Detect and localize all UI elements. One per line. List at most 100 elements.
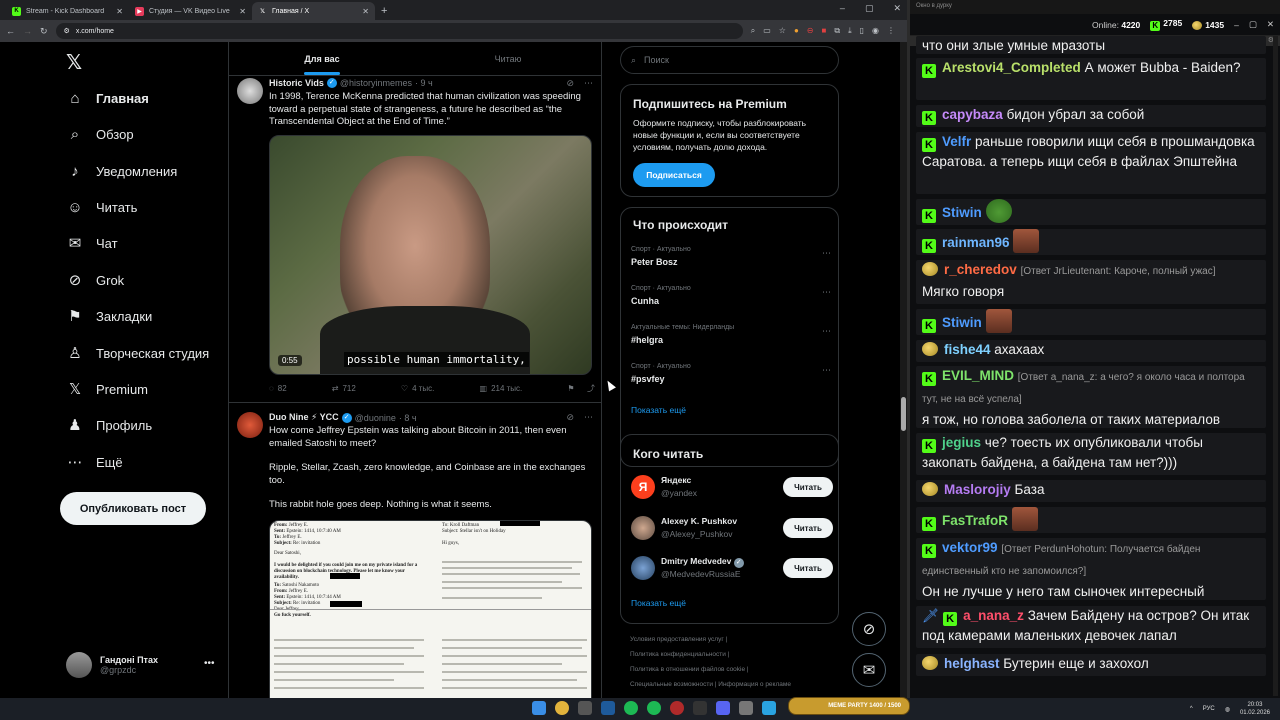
nav-more[interactable]: ⋯ Ещё: [66, 452, 123, 472]
grok-icon[interactable]: ⊘: [566, 78, 574, 89]
more-icon[interactable]: ⋯: [584, 78, 593, 89]
minimize-icon[interactable]: –: [840, 3, 845, 14]
follow-button[interactable]: Читать: [783, 558, 833, 578]
keyboard-layout[interactable]: РУС: [1203, 706, 1215, 712]
mail-icon[interactable]: ✉: [852, 653, 886, 687]
account-switcher[interactable]: Гандоні Птах @grpzdc •••: [66, 652, 215, 678]
tab-following[interactable]: Читаю: [415, 42, 601, 75]
new-tab-icon[interactable]: +: [381, 5, 387, 17]
author-name[interactable]: Historic Vids: [269, 78, 324, 88]
trend-item[interactable]: Спорт · Актуально Cunha ⋯: [631, 285, 831, 306]
extension-icon[interactable]: ⊖: [807, 26, 814, 36]
trend-item[interactable]: Спорт · Актуально #psvfey ⋯: [631, 363, 831, 384]
more-icon[interactable]: ⋯: [822, 248, 831, 259]
close-icon[interactable]: ✕: [116, 7, 123, 16]
tweet[interactable]: Duo Nine ⚡ YCC ✓ @duonine · 8 ч ⊘ ⋯ How …: [229, 403, 601, 698]
tab-x[interactable]: 𝕏 Главная / X ✕: [252, 2, 375, 20]
like-button[interactable]: ♡ 4 тыс.: [401, 384, 434, 393]
nav-explore[interactable]: ⌕ Обзор: [66, 124, 134, 144]
x-logo-icon[interactable]: 𝕏: [66, 50, 82, 75]
trend-item[interactable]: Актуальные темы: Нидерланды #helgra ⋯: [631, 324, 831, 345]
maximize-icon[interactable]: ▢: [865, 3, 874, 14]
extension-icon[interactable]: ●: [794, 26, 799, 36]
tweet-time[interactable]: · 9 ч: [415, 78, 433, 88]
author-handle[interactable]: @historyinmemes: [340, 78, 412, 88]
network-icon[interactable]: ◍: [1225, 706, 1230, 713]
menu-icon[interactable]: ⋮: [887, 26, 895, 36]
grok-icon[interactable]: ⊘: [566, 412, 574, 423]
extension-icon[interactable]: ■: [822, 26, 827, 36]
author-handle[interactable]: @duonine: [355, 413, 396, 423]
tweet-time[interactable]: · 8 ч: [399, 413, 417, 423]
url-field[interactable]: ⚙ x.com/home: [55, 23, 743, 39]
tab-kick[interactable]: K Stream - Kick Dashboard ✕: [6, 2, 129, 20]
discord-icon[interactable]: [716, 701, 730, 715]
close-icon[interactable]: ✕: [1267, 19, 1274, 30]
nav-profile[interactable]: ♟ Профиль: [66, 415, 152, 435]
tab-vk[interactable]: ▶ Студия — VK Видео Live ✕: [129, 2, 252, 20]
nav-studio[interactable]: ♙ Творческая студия: [66, 343, 209, 363]
follow-button[interactable]: Читать: [783, 518, 833, 538]
suggestion-name[interactable]: Dmitry Medvedev ✓: [661, 556, 744, 568]
username[interactable]: capybaza: [942, 107, 1003, 122]
username[interactable]: a_nana_z: [963, 608, 1024, 623]
post-button[interactable]: Опубликовать пост: [60, 492, 206, 525]
close-icon[interactable]: ✕: [239, 7, 246, 16]
chevron-up-icon[interactable]: ^: [1190, 706, 1193, 712]
more-icon[interactable]: ⋯: [822, 287, 831, 298]
scrollbar[interactable]: [900, 42, 907, 698]
avatar[interactable]: [631, 516, 655, 540]
opera-icon[interactable]: [670, 701, 684, 715]
username[interactable]: Stiwin: [942, 205, 982, 220]
follow-suggestion[interactable]: Alexey K. Pushkov @Alexey_Pushkov Читать: [631, 513, 833, 543]
nav-bookmarks[interactable]: ⚑ Закладки: [66, 306, 152, 326]
username[interactable]: Arestovi4_Completed: [942, 60, 1081, 75]
views-button[interactable]: ▥ 214 тыс.: [480, 384, 523, 393]
footer-link[interactable]: Информация о рекламе: [718, 681, 791, 688]
follow-suggestion[interactable]: Dmitry Medvedev ✓ @MedvedevRussiaE Читат…: [631, 553, 833, 583]
maximize-icon[interactable]: ▢: [1249, 19, 1257, 30]
forward-icon[interactable]: →: [23, 26, 32, 36]
avatar[interactable]: [237, 412, 263, 438]
site-info-icon[interactable]: ⚙: [64, 27, 70, 35]
reload-icon[interactable]: ↻: [40, 26, 48, 37]
chrome-icon[interactable]: [555, 701, 569, 715]
puzzle-icon[interactable]: ⧉: [834, 26, 840, 36]
username[interactable]: fishe44: [944, 342, 991, 357]
avatar[interactable]: [631, 556, 655, 580]
share-icon[interactable]: ⤴: [587, 383, 595, 394]
tweet[interactable]: Historic Vids ✓ @historyinmemes · 9 ч ⊘ …: [229, 76, 601, 403]
suggestion-name[interactable]: Alexey K. Pushkov: [661, 516, 737, 526]
split-icon[interactable]: ▯: [860, 26, 864, 36]
subscribe-button[interactable]: Подписаться: [633, 163, 715, 187]
close-window-icon[interactable]: ✕: [893, 3, 901, 14]
username[interactable]: vektor99: [942, 540, 998, 555]
show-more-link[interactable]: Показать ещё: [631, 405, 686, 415]
username[interactable]: rainman96: [942, 235, 1010, 250]
minimize-icon[interactable]: –: [1234, 20, 1239, 30]
profile-icon[interactable]: ◉: [872, 26, 879, 36]
cast-icon[interactable]: ▭: [763, 26, 771, 36]
username[interactable]: helghast: [944, 656, 1000, 671]
suggestion-name[interactable]: Яндекс: [661, 475, 691, 485]
footer-link[interactable]: Политика в отношении файлов cookie: [630, 666, 745, 673]
footer-link[interactable]: Условия предоставления услуг: [630, 636, 724, 643]
grok-icon[interactable]: ⊘: [852, 612, 886, 646]
search-input[interactable]: ⌕ Поиск: [620, 46, 839, 74]
nav-grok[interactable]: ⊘ Grok: [66, 270, 124, 290]
video-player[interactable]: 0:55 possible human immortality,: [269, 135, 592, 375]
nav-home[interactable]: ⌂ Главная: [66, 88, 148, 108]
username[interactable]: Stiwin: [942, 315, 982, 330]
nav-follow[interactable]: ☺ Читать: [66, 197, 137, 217]
more-icon[interactable]: ⋯: [822, 365, 831, 376]
spotify-icon[interactable]: [647, 701, 661, 715]
footer-link[interactable]: Политика конфиденциальности: [630, 651, 726, 658]
download-icon[interactable]: ⤓: [848, 26, 852, 36]
more-icon[interactable]: ⋯: [822, 326, 831, 337]
clock[interactable]: 20:03 01.02.2026: [1240, 701, 1270, 717]
app-icon[interactable]: [739, 701, 753, 715]
steam-icon[interactable]: [601, 701, 615, 715]
nav-notifications[interactable]: ♪ Уведомления: [66, 161, 177, 181]
username[interactable]: Maslorojiy: [944, 482, 1011, 497]
username[interactable]: jegius: [942, 435, 981, 450]
